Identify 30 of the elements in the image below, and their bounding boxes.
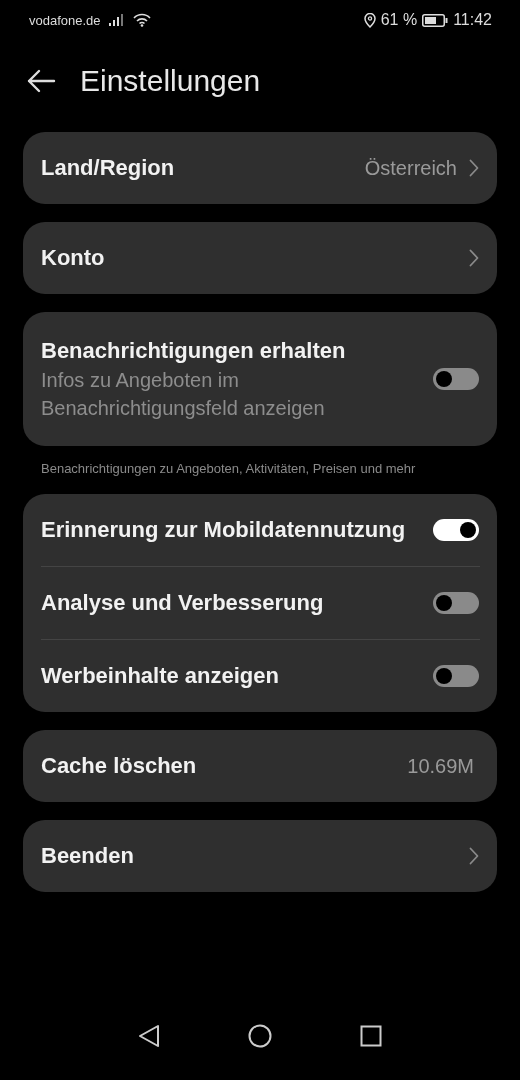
carrier-name: vodafone.de	[29, 12, 101, 28]
chevron-icon[interactable]	[469, 159, 479, 177]
setting-value: Österreich	[364, 156, 457, 180]
toggle-switch[interactable]	[433, 368, 479, 390]
battery-icon	[422, 13, 449, 27]
back-nav-icon[interactable]	[138, 1024, 160, 1048]
battery-percent: 61 %	[380, 11, 418, 29]
section-note: Benachrichtigungen zu Angeboten, Aktivitäten, Preisen und mehr	[40, 460, 417, 476]
toggle-switch[interactable]	[433, 665, 479, 687]
setting-value: 10.69M	[407, 754, 474, 778]
setting-title[interactable]: Land/Region	[41, 153, 353, 183]
signal-icon	[108, 14, 125, 26]
page-title: Einstellungen	[80, 64, 261, 98]
toggle-switch[interactable]	[433, 592, 479, 614]
toggle-switch[interactable]	[433, 519, 479, 541]
setting-title[interactable]: Beenden	[41, 841, 457, 871]
chevron-icon[interactable]	[469, 847, 479, 865]
chevron-icon[interactable]	[469, 249, 479, 267]
clock-time: 11:42	[453, 11, 492, 29]
setting-title[interactable]: Analyse und Verbesserung	[41, 588, 421, 618]
setting-title[interactable]: Konto	[41, 243, 457, 273]
recents-nav-icon[interactable]	[360, 1025, 382, 1047]
location-icon	[363, 12, 376, 28]
setting-title[interactable]: Benachrichtigungen erhalten	[41, 336, 421, 366]
wifi-icon	[132, 13, 151, 27]
setting-title[interactable]: Cache löschen	[41, 751, 396, 781]
setting-title[interactable]: Erinnerung zur Mobildatennutzung	[41, 515, 421, 545]
setting-description: Infos zu Angeboten im Benachrichtigungsfeld anzeigen	[41, 368, 326, 421]
home-nav-icon[interactable]	[248, 1024, 272, 1048]
setting-title[interactable]: Werbeinhalte anzeigen	[41, 661, 421, 691]
